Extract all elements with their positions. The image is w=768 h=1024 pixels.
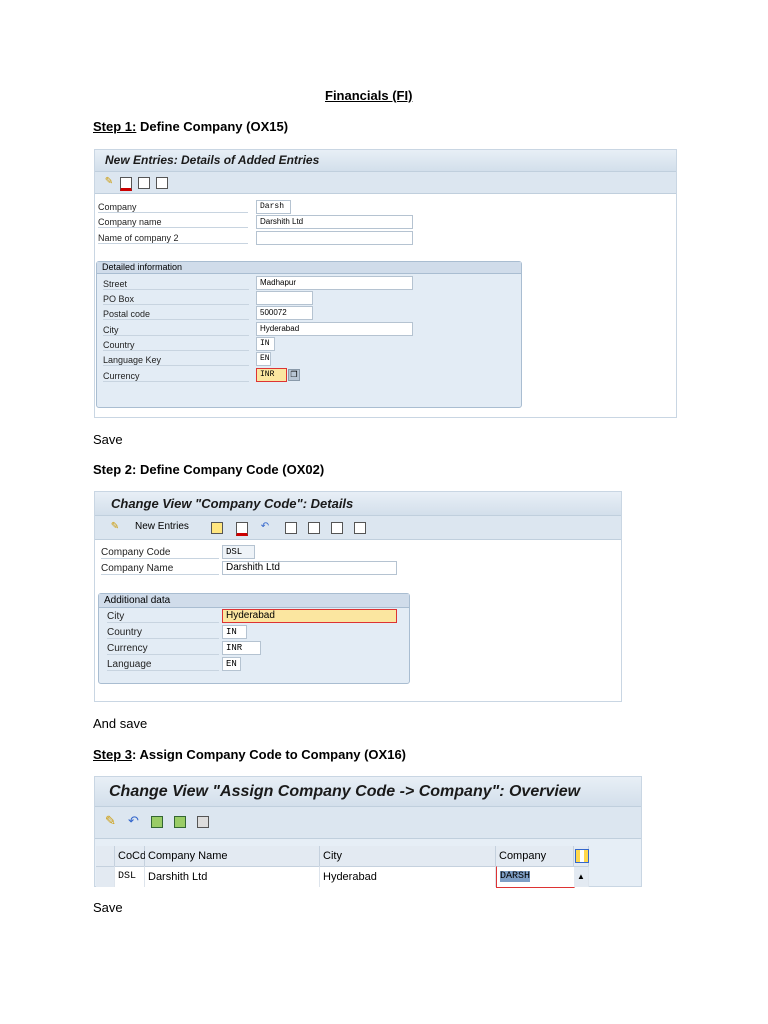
variable-list-icon[interactable]	[331, 522, 343, 534]
po-box-label: PO Box	[103, 294, 249, 305]
step3-heading: Step 3: Assign Company Code to Company (…	[93, 747, 406, 762]
assignment-table: CoCd Company Name City Company DSL Darsh…	[96, 846, 591, 888]
company-code-input[interactable]: DSL	[222, 545, 255, 559]
print-icon[interactable]	[354, 522, 366, 534]
save-text-3: Save	[93, 900, 123, 915]
po-box-input[interactable]	[256, 291, 313, 305]
step2-heading: Step 2: Define Company Code (OX02)	[93, 462, 325, 477]
sap-screen-define-company: New Entries: Details of Added Entries ✎ …	[94, 149, 677, 418]
undo-icon[interactable]: ↶	[260, 522, 270, 532]
cell-city[interactable]: Hyderabad	[320, 866, 496, 887]
scroll-up-icon[interactable]: ▲	[574, 866, 589, 887]
step1-heading: Step 1: Define Company (OX15)	[93, 119, 288, 134]
screen-title: New Entries: Details of Added Entries	[95, 150, 676, 172]
column-header-company-name[interactable]: Company Name	[145, 846, 320, 866]
company-label: Company	[98, 202, 248, 213]
country-input[interactable]: IN	[222, 625, 247, 639]
save-text-1: Save	[93, 432, 123, 447]
sap-screen-assign-company-code: Change View "Assign Company Code -> Comp…	[94, 776, 642, 888]
deselect-all-icon[interactable]	[197, 816, 209, 828]
sap-screen-company-code: Change View "Company Code": Details ✎ Ne…	[94, 491, 622, 702]
new-entries-button[interactable]: New Entries	[135, 521, 189, 532]
delete-icon[interactable]	[120, 177, 132, 191]
previous-entry-icon[interactable]	[138, 177, 150, 189]
toolbar: ✎	[95, 172, 676, 194]
step1-text: Define Company (OX15)	[136, 119, 289, 134]
step3-prefix: Step 3	[93, 747, 133, 762]
edit-pencil-icon[interactable]: ✎	[104, 177, 114, 187]
company-name-label: Company Name	[101, 563, 219, 575]
postal-code-label: Postal code	[103, 309, 249, 320]
save-text-2: And save	[93, 716, 148, 731]
language-key-label: Language Key	[103, 355, 249, 366]
select-block-icon[interactable]	[174, 816, 186, 828]
cell-company-name[interactable]: Darshith Ltd	[145, 866, 320, 887]
screen-title: Change View "Assign Company Code -> Comp…	[95, 777, 641, 807]
company-input[interactable]: Darsh	[256, 200, 291, 214]
next-entry-icon[interactable]	[156, 177, 168, 189]
language-input[interactable]: EN	[222, 657, 241, 671]
name-of-company-2-input[interactable]	[256, 231, 413, 245]
city-label: City	[107, 611, 219, 623]
city-input[interactable]: Hyderabad	[222, 609, 397, 623]
company-code-label: Company Code	[101, 547, 219, 559]
postal-code-input[interactable]: 500072	[256, 306, 313, 320]
cell-cocd[interactable]: DSL	[115, 866, 145, 887]
column-header-company[interactable]: Company	[496, 846, 574, 866]
value-help-icon[interactable]: ❐	[288, 369, 300, 381]
city-label: City	[103, 325, 249, 336]
currency-input[interactable]: INR	[256, 368, 287, 382]
document-title: Financials (FI)	[325, 88, 413, 103]
row-selector-header[interactable]	[96, 846, 115, 866]
cell-company[interactable]: DARSH	[496, 866, 575, 888]
cell-company-value: DARSH	[500, 871, 531, 882]
street-label: Street	[103, 279, 249, 290]
column-header-cocd[interactable]: CoCd	[115, 846, 146, 866]
language-key-input[interactable]: EN	[256, 352, 271, 366]
undo-icon[interactable]: ↶	[128, 814, 139, 827]
delete-icon[interactable]	[236, 522, 248, 536]
currency-input[interactable]: INR	[222, 641, 261, 655]
company-name-input[interactable]: Darshith Ltd	[222, 561, 397, 575]
step3-text: : Assign Company Code to Company (OX16)	[132, 747, 407, 762]
edit-pencil-icon[interactable]: ✎	[105, 814, 116, 827]
toolbar: ✎ New Entries ↶	[95, 516, 621, 540]
edit-pencil-icon[interactable]: ✎	[110, 522, 120, 532]
currency-label: Currency	[107, 643, 219, 655]
row-selector[interactable]	[96, 866, 115, 887]
next-entry-icon[interactable]	[308, 522, 320, 534]
city-input[interactable]: Hyderabad	[256, 322, 413, 336]
country-label: Country	[103, 340, 249, 351]
copy-icon[interactable]	[211, 522, 223, 534]
street-input[interactable]: Madhapur	[256, 276, 413, 290]
currency-label: Currency	[103, 371, 249, 382]
column-header-city[interactable]: City	[320, 846, 496, 866]
company-name-input[interactable]: Darshith Ltd	[256, 215, 413, 229]
language-label: Language	[107, 659, 219, 671]
company-name-label: Company name	[98, 217, 248, 228]
country-input[interactable]: IN	[256, 337, 275, 351]
table-settings-icon[interactable]	[574, 846, 589, 866]
name-of-company-2-label: Name of company 2	[98, 233, 248, 244]
select-all-icon[interactable]	[151, 816, 163, 828]
toolbar: ✎ ↶	[95, 807, 641, 839]
screen-title: Change View "Company Code": Details	[95, 492, 621, 516]
step1-prefix: Step 1:	[93, 119, 137, 134]
group-header: Detailed information	[97, 262, 521, 274]
country-label: Country	[107, 627, 219, 639]
group-header: Additional data	[99, 594, 409, 608]
previous-entry-icon[interactable]	[285, 522, 297, 534]
